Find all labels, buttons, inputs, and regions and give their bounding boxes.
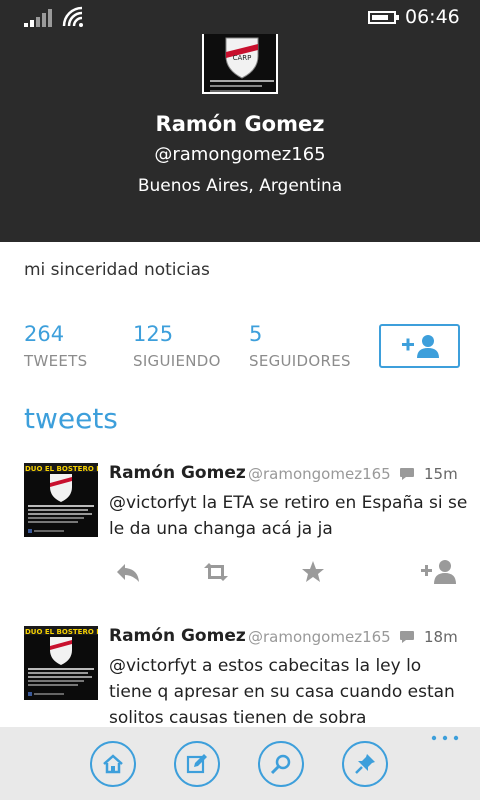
follow-author-icon[interactable]: [420, 558, 460, 586]
wifi-icon: [62, 6, 83, 27]
stat-followers[interactable]: 5 SEGUIDORES: [249, 322, 351, 370]
tweets-section-title: tweets: [24, 402, 118, 435]
pin-icon: [355, 754, 375, 774]
stat-followers-value: 5: [249, 322, 263, 346]
search-icon: [270, 754, 291, 775]
stat-tweets-value: 264: [24, 322, 65, 346]
add-person-icon: [402, 335, 439, 358]
compose-icon: [186, 754, 207, 774]
status-bar: 06:46: [0, 0, 480, 34]
stat-following-label: SIGUIENDO: [133, 352, 221, 370]
home-button[interactable]: [90, 741, 136, 787]
reply-bubble-icon: [400, 631, 414, 643]
tweet-time: 18m: [424, 628, 458, 646]
profile-screen: 06:46 CARP Ramón Gomez @ramongomez165 Bu…: [0, 0, 480, 800]
tweet-text: @victorfyt la ETA se retiro en España si…: [109, 493, 468, 539]
profile-name: Ramón Gomez: [155, 112, 325, 136]
more-dots-icon[interactable]: [430, 733, 460, 743]
favorite-star-icon[interactable]: [297, 558, 329, 586]
profile-header: CARP Ramón Gomez @ramongomez165 Buenos A…: [0, 34, 480, 242]
tweet-avatar[interactable]: DUO EL BOSTERO FANTINI: [24, 463, 98, 537]
stat-followers-label: SEGUIDORES: [249, 352, 351, 370]
tweet-avatar[interactable]: DUO EL BOSTERO FANTINI: [24, 626, 98, 700]
follow-button[interactable]: [379, 324, 460, 368]
compose-button[interactable]: [174, 741, 220, 787]
reply-bubble-icon: [400, 468, 414, 480]
pin-button[interactable]: [342, 741, 388, 787]
search-button[interactable]: [258, 741, 304, 787]
tweet-author-name[interactable]: Ramón Gomez: [109, 463, 246, 483]
profile-location: Buenos Aires, Argentina: [137, 176, 343, 196]
tweet-time: 15m: [424, 465, 458, 483]
tweet-actions: [0, 558, 480, 588]
svg-text:CARP: CARP: [233, 54, 252, 62]
status-time: 06:46: [405, 6, 460, 28]
profile-handle: @ramongomez165: [154, 144, 326, 165]
retweet-icon[interactable]: [200, 558, 232, 586]
stat-following[interactable]: 125 SIGUIENDO: [133, 322, 221, 370]
battery-level: [372, 15, 388, 20]
tweet-text: @victorfyt a estos cabecitas la ley lo t…: [109, 656, 455, 728]
app-bar: [0, 727, 480, 800]
tweet-author-handle: @ramongomez165: [248, 465, 391, 483]
tweet-avatar-caption: DUO EL BOSTERO FANTINI: [25, 628, 98, 636]
profile-bio: mi sinceridad noticias: [24, 260, 210, 280]
profile-avatar[interactable]: CARP: [202, 34, 278, 94]
stat-following-value: 125: [133, 322, 174, 346]
tweet-author-handle: @ramongomez165: [248, 628, 391, 646]
tweet-author-name[interactable]: Ramón Gomez: [109, 626, 246, 646]
tweet-avatar-caption: DUO EL BOSTERO FANTINI: [25, 465, 98, 473]
reply-icon[interactable]: [113, 558, 145, 586]
signal-bars-icon: [24, 9, 52, 27]
home-icon: [103, 754, 123, 774]
battery-icon: [368, 11, 399, 24]
stat-tweets-label: TWEETS: [24, 352, 88, 370]
stat-tweets[interactable]: 264 TWEETS: [24, 322, 87, 370]
